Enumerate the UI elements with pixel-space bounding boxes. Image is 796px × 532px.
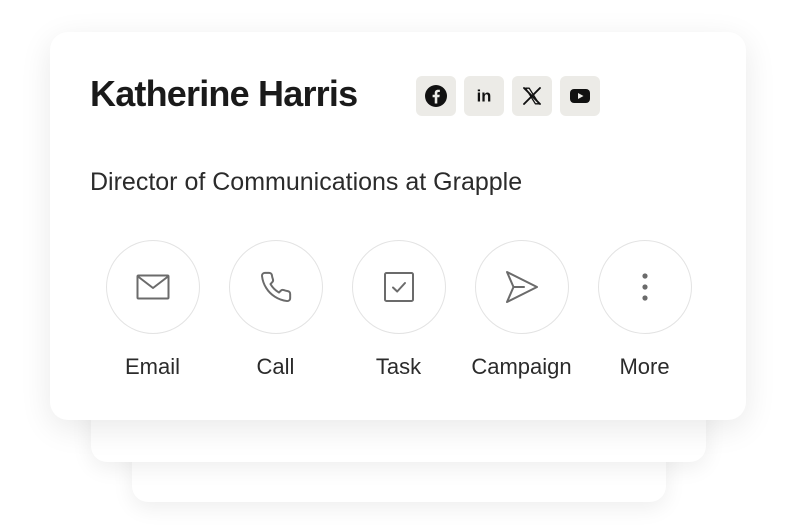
call-action[interactable]: Call bbox=[214, 240, 337, 380]
email-button[interactable] bbox=[105, 240, 200, 334]
youtube-link[interactable] bbox=[560, 76, 600, 116]
task-button[interactable] bbox=[351, 240, 446, 334]
task-action[interactable]: Task bbox=[337, 240, 460, 380]
campaign-label: Campaign bbox=[471, 354, 572, 379]
contact-title: Director of Communications at Grapple bbox=[90, 168, 523, 196]
more-vertical-icon bbox=[641, 273, 648, 301]
phone-icon bbox=[260, 271, 291, 303]
linkedin-link[interactable]: in bbox=[464, 76, 504, 116]
send-icon bbox=[505, 271, 538, 303]
social-links: in bbox=[416, 76, 600, 116]
checkbox-icon bbox=[383, 272, 414, 302]
task-label: Task bbox=[375, 354, 422, 379]
campaign-action[interactable]: Campaign bbox=[460, 240, 583, 380]
quick-actions: Email Call Task Campaign More bbox=[91, 240, 706, 380]
x-link[interactable] bbox=[512, 76, 552, 116]
more-button[interactable] bbox=[597, 240, 692, 334]
contact-card: Katherine Harris in Director of Communic… bbox=[50, 32, 746, 420]
x-icon bbox=[523, 87, 541, 105]
campaign-button[interactable] bbox=[474, 240, 569, 334]
facebook-link[interactable] bbox=[416, 76, 456, 116]
facebook-icon bbox=[425, 85, 447, 107]
call-label: Call bbox=[256, 354, 295, 379]
email-label: Email bbox=[124, 354, 180, 379]
more-label: More bbox=[619, 354, 670, 379]
more-action[interactable]: More bbox=[583, 240, 706, 380]
linkedin-glyph: in bbox=[477, 88, 492, 106]
linkedin-icon: in bbox=[477, 88, 492, 106]
envelope-icon bbox=[136, 274, 169, 300]
youtube-icon bbox=[570, 89, 590, 103]
contact-name: Katherine Harris bbox=[90, 73, 358, 114]
call-button[interactable] bbox=[228, 240, 323, 334]
email-action[interactable]: Email bbox=[91, 240, 214, 380]
